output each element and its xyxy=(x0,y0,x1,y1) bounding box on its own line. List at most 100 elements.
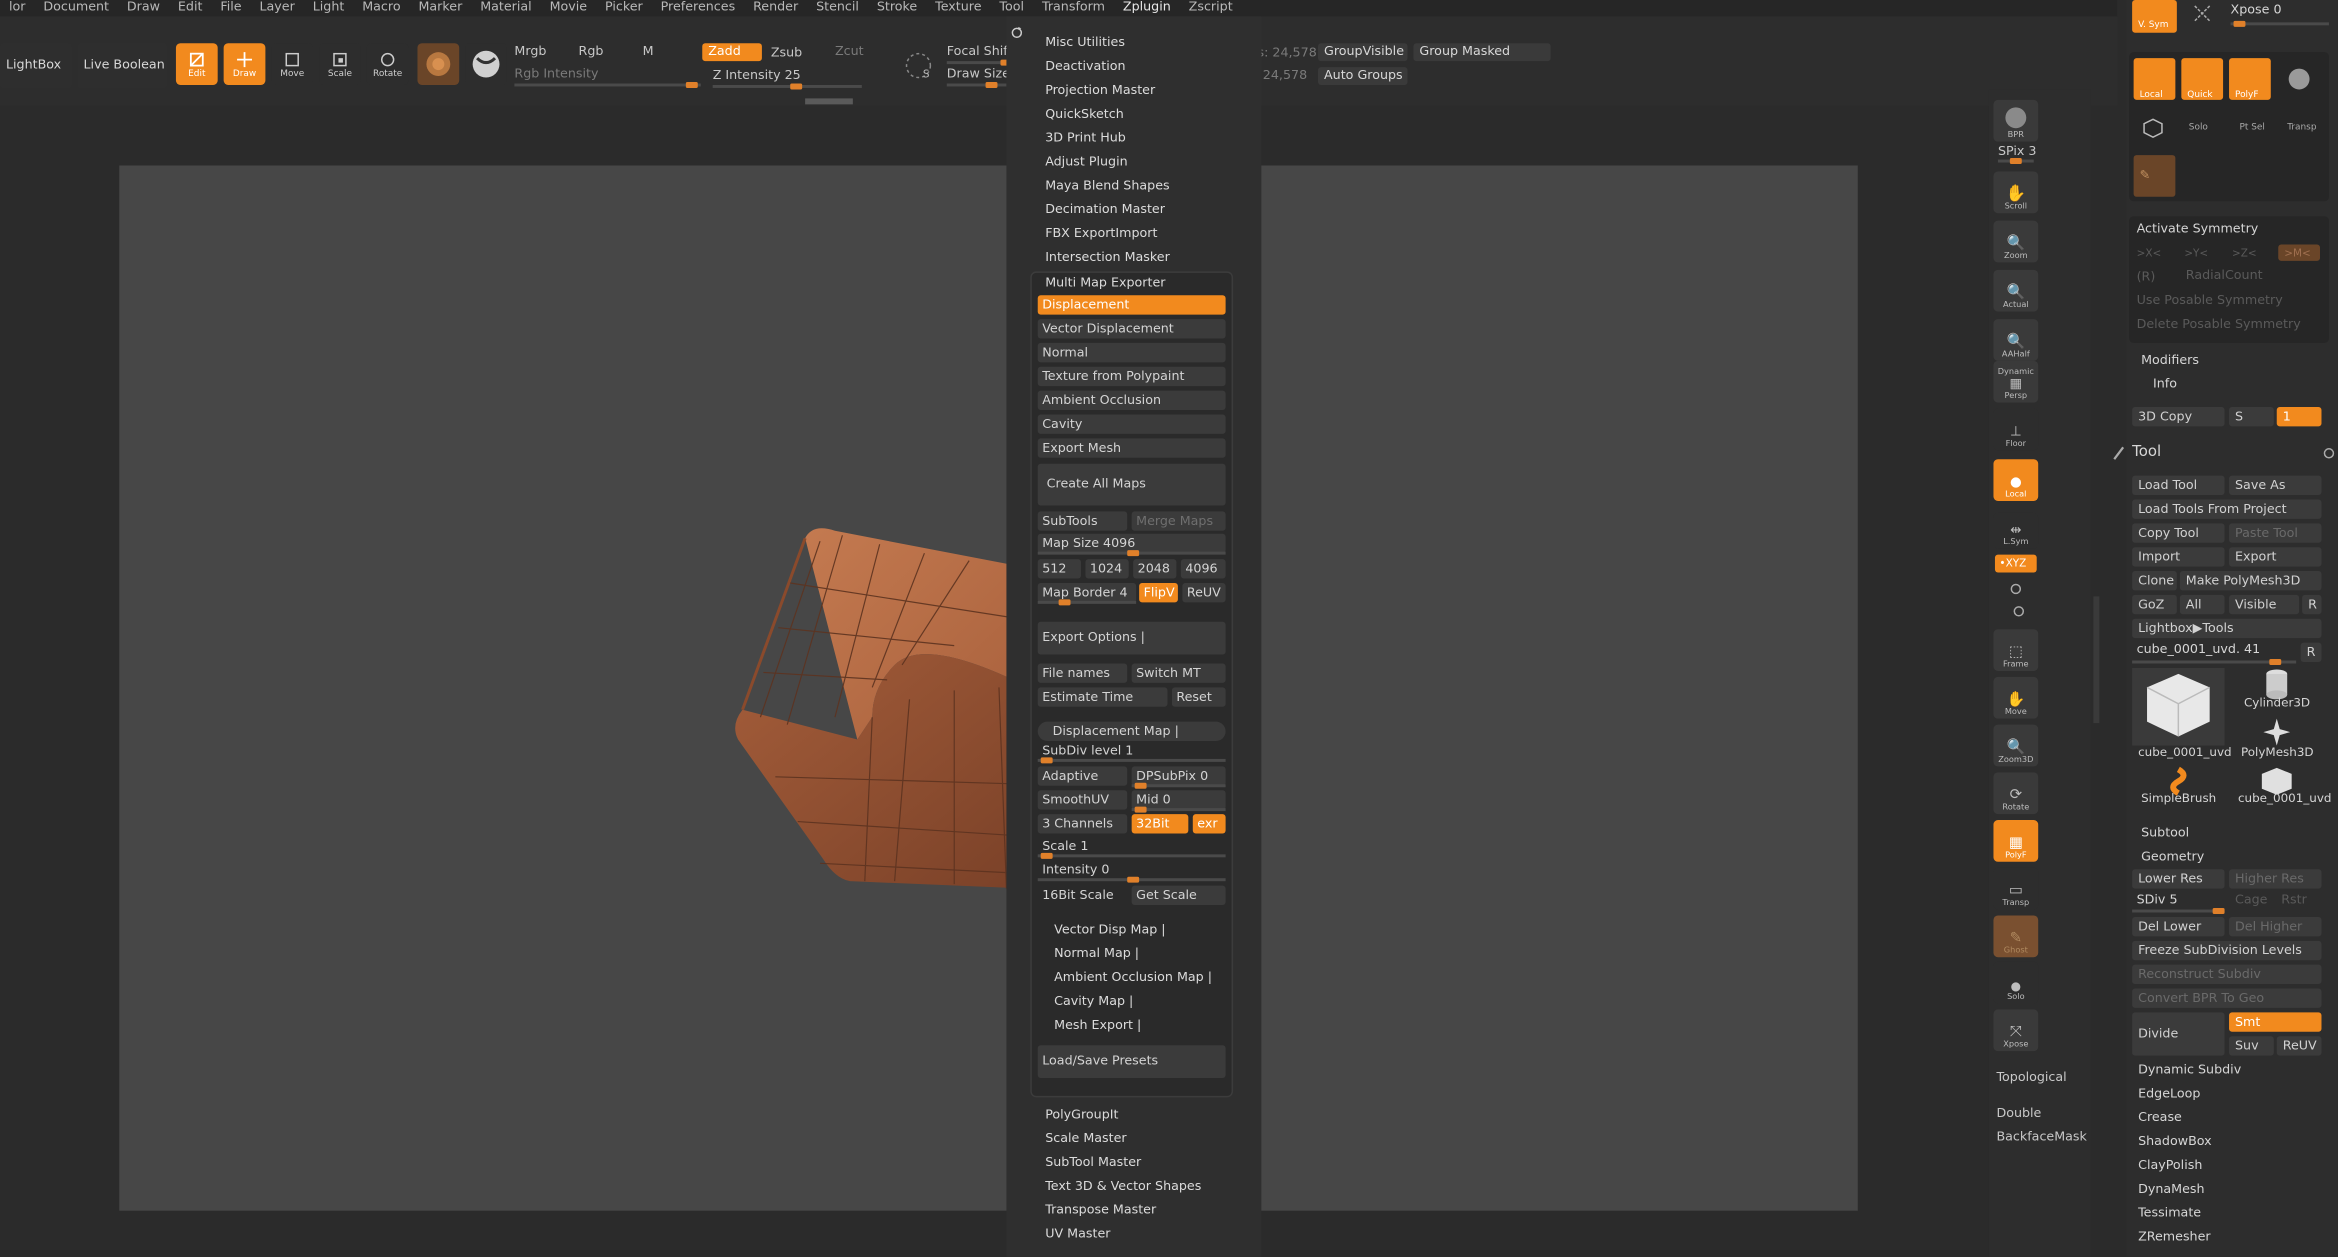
subtool-section[interactable]: Subtool xyxy=(2141,826,2189,841)
current-tool-slider[interactable]: cube_0001_uvd. 41 xyxy=(2137,643,2261,658)
ghost-small-button[interactable]: ✎ xyxy=(2133,155,2176,197)
paste-tool-button[interactable]: Paste Tool xyxy=(2229,523,2322,543)
menu-preferences[interactable]: Preferences xyxy=(652,0,744,16)
draw-size-track[interactable] xyxy=(946,82,1007,88)
scale-track[interactable] xyxy=(1037,852,1226,859)
displacement-map-section[interactable]: Displacement Map | xyxy=(1037,721,1226,742)
spix-track[interactable] xyxy=(1997,158,2034,165)
convert-bpr-button[interactable]: Convert BPR To Geo xyxy=(2132,988,2322,1008)
cube-icon[interactable] xyxy=(2141,116,2165,140)
dynamic-subdiv-section[interactable]: Dynamic Subdiv xyxy=(2138,1063,2241,1078)
import-button[interactable]: Import xyxy=(2132,547,2225,567)
size-1024-button[interactable]: 1024 xyxy=(1085,559,1129,579)
menu-item-3d-print-hub[interactable]: 3D Print Hub xyxy=(1045,131,1126,146)
goz-button[interactable]: GoZ xyxy=(2132,594,2177,615)
menu-lor[interactable]: lor xyxy=(0,0,34,16)
menu-item-text-3d[interactable]: Text 3D & Vector Shapes xyxy=(1045,1179,1201,1194)
modifiers-section[interactable]: Modifiers xyxy=(2141,353,2199,368)
z-intensity-track[interactable] xyxy=(712,83,862,90)
reconstruct-subdiv-button[interactable]: Reconstruct Subdiv xyxy=(2132,964,2322,985)
vector-disp-map-section[interactable]: Vector Disp Map | xyxy=(1054,923,1165,938)
group-visible-button[interactable]: GroupVisible xyxy=(1318,43,1408,62)
sym-m-toggle[interactable]: >M< xyxy=(2278,244,2320,261)
subdiv-level-slider[interactable]: SubDiv level 1 xyxy=(1038,741,1226,760)
move3d-button[interactable]: ✋ Move xyxy=(1993,676,2039,719)
sym-z-toggle[interactable]: >Z< xyxy=(2232,248,2257,260)
menu-item-adjust-plugin[interactable]: Adjust Plugin xyxy=(1045,155,1127,170)
tool-thumb-cube[interactable] xyxy=(2132,667,2225,746)
brush-button[interactable] xyxy=(417,43,460,85)
canvas-viewport[interactable] xyxy=(119,165,1858,1211)
sym-y-toggle[interactable]: >Y< xyxy=(2184,248,2208,260)
draw-button[interactable]: Draw xyxy=(223,43,266,85)
menu-item-maya-blend-shapes[interactable]: Maya Blend Shapes xyxy=(1045,179,1169,194)
ghost-button[interactable]: ✎ Ghost xyxy=(1993,915,2039,958)
delete-posable-symmetry-button[interactable]: Delete Posable Symmetry xyxy=(2137,318,2301,333)
tool-title[interactable]: Tool xyxy=(2132,444,2161,460)
copy-count-input[interactable]: 1 xyxy=(2276,407,2322,427)
zremesher-section[interactable]: ZRemesher xyxy=(2138,1230,2211,1245)
ptsel-label[interactable]: Pt Sel xyxy=(2239,122,2264,132)
solo-button[interactable]: ● Solo xyxy=(1993,961,2039,1004)
menu-item-quicksketch[interactable]: QuickSketch xyxy=(1045,107,1124,122)
lightbox-tools-button[interactable]: Lightbox▶Tools xyxy=(2132,618,2322,639)
transp-small-label[interactable]: Transp xyxy=(2287,122,2316,132)
texture-polypaint-toggle[interactable]: Texture from Polypaint xyxy=(1037,366,1226,387)
menu-item-misc-utilities[interactable]: Misc Utilities xyxy=(1045,36,1125,51)
xyz-button[interactable]: •XYZ xyxy=(1994,554,2037,573)
cavity-toggle[interactable]: Cavity xyxy=(1037,414,1226,434)
live-boolean-button[interactable]: Live Boolean xyxy=(77,43,167,88)
map-size-track[interactable] xyxy=(1037,550,1226,557)
transp-button[interactable]: ▭ Transp xyxy=(1993,867,2039,910)
32bit-toggle[interactable]: 32Bit xyxy=(1131,814,1189,834)
crease-section[interactable]: Crease xyxy=(2138,1111,2182,1126)
xpose-button[interactable]: ⤧ Xpose xyxy=(1993,1009,2039,1052)
menu-item-uv-master[interactable]: UV Master xyxy=(1045,1227,1110,1242)
double-toggle[interactable]: Double xyxy=(1996,1106,2041,1121)
copy-tool-button[interactable]: Copy Tool xyxy=(2132,523,2225,543)
menu-item-polygroupit[interactable]: PolyGroupIt xyxy=(1045,1108,1118,1123)
menu-item-scale-master[interactable]: Scale Master xyxy=(1045,1132,1126,1147)
load-tools-from-project-button[interactable]: Load Tools From Project xyxy=(2132,499,2322,519)
cavity-map-section[interactable]: Cavity Map | xyxy=(1054,994,1133,1009)
zadd-button[interactable]: Zadd xyxy=(702,43,762,62)
file-names-button[interactable]: File names xyxy=(1037,663,1128,683)
sphere-icon[interactable] xyxy=(2286,66,2313,93)
menu-zscript[interactable]: Zscript xyxy=(1180,0,1242,16)
normal-toggle[interactable]: Normal xyxy=(1037,342,1226,363)
xpose-track[interactable] xyxy=(2230,20,2329,27)
sdiv-track[interactable] xyxy=(2132,908,2225,914)
floor-button[interactable]: ⊥ Floor xyxy=(1993,408,2039,451)
rgb-intensity-track[interactable] xyxy=(514,82,701,88)
goz-visible-button[interactable]: Visible xyxy=(2229,594,2300,615)
scale-slider[interactable]: Scale 1 xyxy=(1038,836,1226,855)
menu-zplugin[interactable]: Zplugin xyxy=(1114,0,1180,16)
map-border-track[interactable] xyxy=(1037,599,1137,606)
higher-res-button[interactable]: Higher Res xyxy=(2229,869,2322,889)
ambient-occlusion-toggle[interactable]: Ambient Occlusion xyxy=(1037,390,1226,411)
export-mesh-toggle[interactable]: Export Mesh xyxy=(1037,438,1226,458)
size-4096-button[interactable]: 4096 xyxy=(1180,559,1226,579)
menu-document[interactable]: Document xyxy=(34,0,118,16)
edgeloop-section[interactable]: EdgeLoop xyxy=(2138,1087,2200,1102)
backfacemask-toggle[interactable]: BackfaceMask xyxy=(1996,1130,2086,1145)
info-section[interactable]: Info xyxy=(2153,377,2177,392)
actual-button[interactable]: 🔍 Actual xyxy=(1993,269,2039,312)
flipv-toggle[interactable]: FlipV xyxy=(1139,582,1178,603)
quick-button[interactable]: Quick xyxy=(2181,58,2224,100)
menu-transform[interactable]: Transform xyxy=(1033,0,1114,16)
menu-item-projection-master[interactable]: Projection Master xyxy=(1045,83,1155,98)
local-sym-button[interactable]: Local xyxy=(2133,58,2176,100)
menu-tool[interactable]: Tool xyxy=(990,0,1033,16)
del-lower-button[interactable]: Del Lower xyxy=(2132,916,2225,937)
auto-groups-button[interactable]: Auto Groups xyxy=(1318,67,1408,85)
estimate-time-button[interactable]: Estimate Time xyxy=(1037,687,1168,707)
reset-button[interactable]: Reset xyxy=(1171,687,1226,707)
subtools-toggle[interactable]: SubTools xyxy=(1037,511,1128,531)
scroll-button[interactable]: ✋ Scroll xyxy=(1993,171,2039,214)
export-options-section[interactable]: Export Options | xyxy=(1037,621,1226,655)
mid-track[interactable] xyxy=(1131,806,1226,813)
sdiv-slider[interactable]: SDiv 5 xyxy=(2137,893,2178,908)
menu-light[interactable]: Light xyxy=(304,0,354,16)
normal-map-section[interactable]: Normal Map | xyxy=(1054,947,1139,962)
